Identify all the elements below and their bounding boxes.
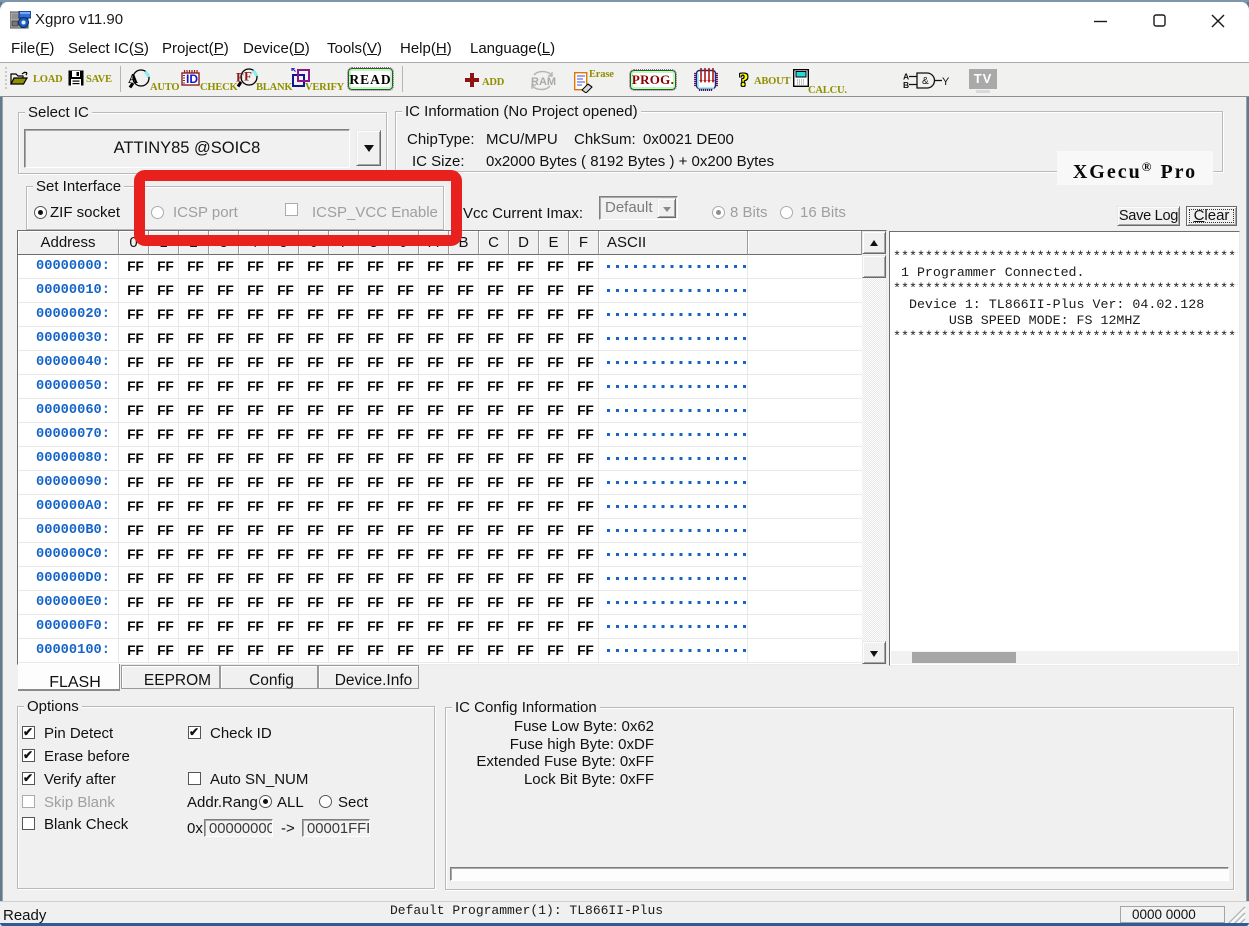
svg-text:ID: ID: [186, 72, 198, 86]
svg-text:F: F: [244, 69, 252, 84]
svg-text:F: F: [236, 70, 244, 85]
svg-text:RAM: RAM: [531, 76, 556, 88]
svg-text:Y: Y: [942, 76, 950, 88]
svg-text:B: B: [903, 80, 909, 89]
svg-text:A: A: [128, 72, 139, 87]
svg-text:&: &: [922, 76, 929, 87]
